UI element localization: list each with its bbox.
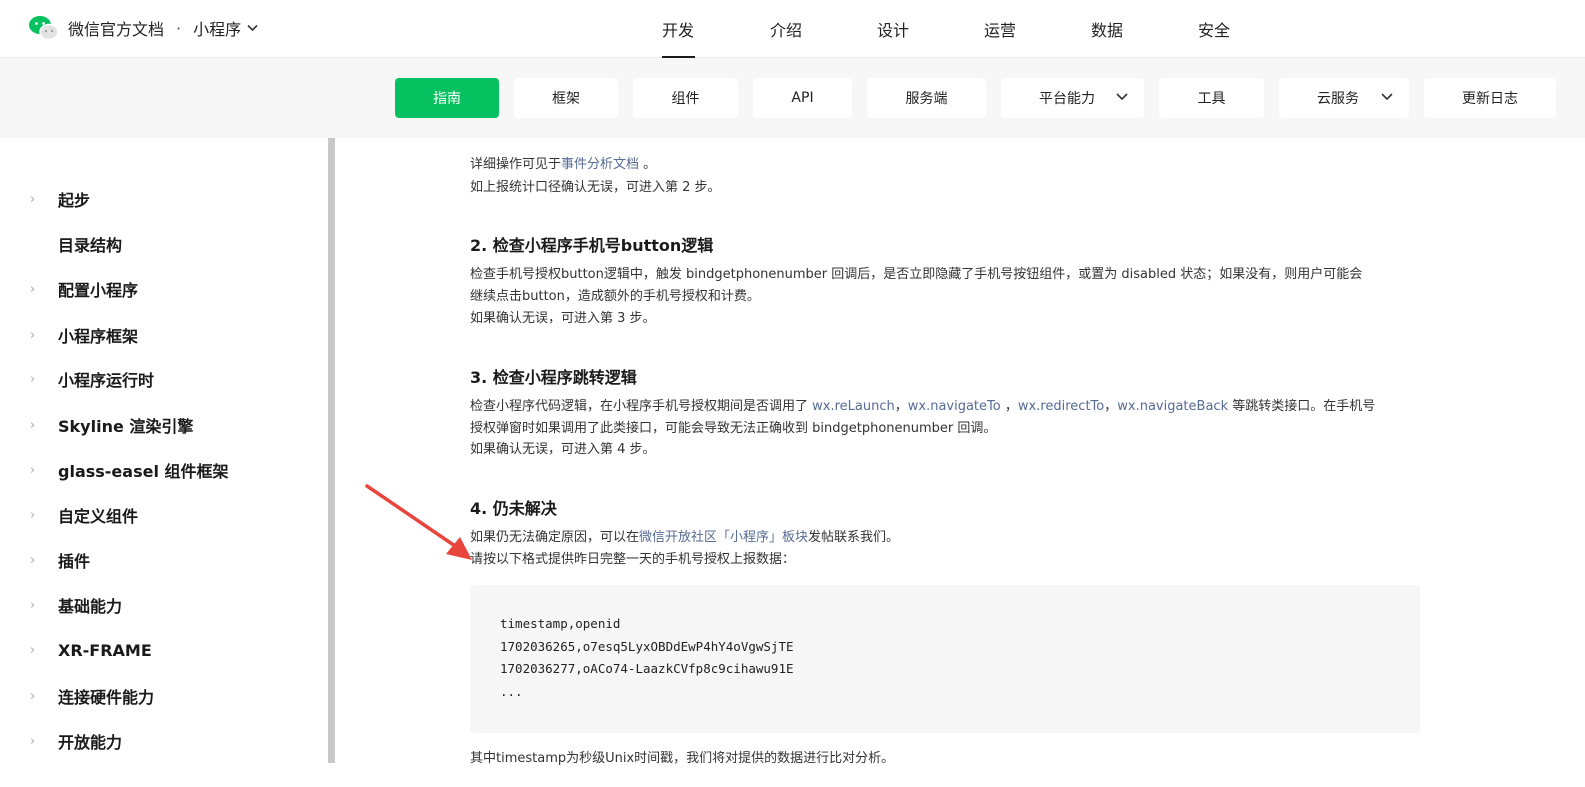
code-line: ... — [500, 683, 523, 699]
subnav-cloud-label: 云服务 — [1317, 91, 1359, 107]
sidebar-item-open-capabilities[interactable]: › 开放能力 — [30, 729, 122, 753]
section-heading-4: 4. 仍未解决 — [470, 499, 557, 518]
sidebar-item-label: 插件 — [58, 552, 91, 571]
chevron-right-icon: › — [30, 552, 36, 568]
chevron-down-icon — [1116, 93, 1128, 101]
sub-nav: 指南 框架 组件 API 服务端 平台能力 工具 云服务 更新日志 — [0, 78, 1585, 118]
annotation-arrow-icon — [365, 484, 472, 560]
wx-relaunch-link[interactable]: wx.reLaunch — [812, 399, 895, 414]
sidebar-item-label: 基础能力 — [58, 597, 123, 616]
wx-redirectto-link[interactable]: wx.redirectTo — [1018, 399, 1104, 414]
top-nav-intro[interactable]: 介绍 — [747, 0, 854, 58]
chevron-right-icon: › — [30, 507, 36, 523]
sidebar-scrollbar[interactable] — [328, 138, 335, 763]
chevron-right-icon: › — [30, 688, 36, 704]
paragraph: 请按以下格式提供昨日完整一天的手机号授权上报数据： — [470, 552, 796, 567]
sidebar-item-label: 开放能力 — [58, 733, 123, 752]
paragraph: 如果仍无法确定原因，可以在微信开放社区「小程序」板块发帖联系我们。 — [470, 530, 900, 545]
sidebar-item-skyline[interactable]: › Skyline 渲染引擎 — [30, 413, 193, 437]
top-nav-data[interactable]: 数据 — [1068, 0, 1175, 58]
paragraph: 授权弹窗时如果调用了此类接口，可能会导致无法正确收到 bindgetphonen… — [470, 421, 997, 436]
sidebar-item-custom-components[interactable]: › 自定义组件 — [30, 503, 138, 527]
brand[interactable]: 微信官方文档 · 小程序 — [28, 13, 258, 43]
sidebar-item-basic-capabilities[interactable]: › 基础能力 — [30, 593, 122, 617]
subnav-tools[interactable]: 工具 — [1159, 78, 1264, 118]
chevron-down-icon — [247, 24, 258, 32]
paragraph: 其中timestamp为秒级Unix时间戳，我们将对提供的数据进行比对分析。 — [470, 751, 895, 766]
sidebar-item-label: 小程序框架 — [58, 327, 139, 346]
sidebar-item-label: Skyline 渲染引擎 — [58, 417, 194, 436]
sidebar-item-xr-frame[interactable]: › XR-FRAME — [30, 638, 152, 662]
sidebar-item-hardware[interactable]: › 连接硬件能力 — [30, 684, 154, 708]
sidebar-item-label: 目录结构 — [58, 236, 123, 255]
product-switcher-label: 小程序 — [193, 20, 242, 39]
subnav-api[interactable]: API — [753, 78, 852, 118]
top-nav-operations[interactable]: 运营 — [961, 0, 1068, 58]
subnav-guide[interactable]: 指南 — [395, 78, 499, 118]
chevron-right-icon: › — [30, 733, 36, 749]
sidebar-item-label: 自定义组件 — [58, 507, 139, 526]
brand-title[interactable]: 微信官方文档 — [68, 16, 164, 40]
subnav-platform-capabilities[interactable]: 平台能力 — [1001, 78, 1144, 118]
chevron-right-icon: › — [30, 417, 36, 433]
open-community-link[interactable]: 微信开放社区「小程序」板块 — [639, 530, 808, 545]
paragraph: 检查手机号授权button逻辑中，触发 bindgetphonenumber 回… — [470, 267, 1363, 282]
sidebar-item-label: glass-easel 组件框架 — [58, 462, 229, 481]
top-nav-design[interactable]: 设计 — [854, 0, 961, 58]
top-header: 微信官方文档 · 小程序 开发 介绍 设计 运营 数据 安全 — [0, 0, 1585, 58]
product-switcher[interactable]: 小程序 — [193, 16, 258, 40]
top-nav-security[interactable]: 安全 — [1175, 0, 1282, 58]
top-nav-dev[interactable]: 开发 — [640, 0, 747, 58]
wechat-logo-icon — [28, 14, 60, 42]
chevron-right-icon: › — [30, 327, 36, 343]
wx-navigateto-link[interactable]: wx.navigateTo — [908, 399, 1001, 414]
sidebar-item-label: 连接硬件能力 — [58, 688, 155, 707]
chevron-right-icon: › — [30, 191, 36, 207]
code-line: timestamp,openid — [500, 616, 621, 631]
sidebar-item-glass-easel[interactable]: › glass-easel 组件框架 — [30, 458, 229, 482]
event-analysis-doc-link[interactable]: 事件分析文档 — [561, 157, 639, 172]
code-line: 1702036277,oACo74-LaazkCVfp8c9cihawu91E — [500, 661, 794, 676]
subnav-changelog[interactable]: 更新日志 — [1424, 78, 1556, 118]
brand-separator: · — [176, 18, 182, 38]
top-nav: 开发 介绍 设计 运营 数据 安全 — [640, 0, 1282, 58]
sidebar: › 起步 目录结构 › 配置小程序 › 小程序框架 › 小程序运行时 › Skyline … — [0, 138, 330, 787]
sidebar-item-directory-structure[interactable]: 目录结构 — [30, 232, 122, 256]
sidebar-item-config[interactable]: › 配置小程序 — [30, 277, 138, 301]
subnav-cloud[interactable]: 云服务 — [1279, 78, 1409, 118]
paragraph: 详细操作可见于事件分析文档 。 — [470, 157, 657, 172]
paragraph: 检查小程序代码逻辑，在小程序手机号授权期间是否调用了 wx.reLaunch，w… — [470, 399, 1376, 414]
chevron-right-icon: › — [30, 642, 36, 658]
chevron-right-icon: › — [30, 281, 36, 297]
section-heading-2: 2. 检查小程序手机号button逻辑 — [470, 236, 714, 255]
paragraph: 如上报统计口径确认无误，可进入第 2 步。 — [470, 180, 721, 195]
sub-nav-bar: 指南 框架 组件 API 服务端 平台能力 工具 云服务 更新日志 — [0, 58, 1585, 138]
subnav-server[interactable]: 服务端 — [867, 78, 986, 118]
sidebar-item-label: 配置小程序 — [58, 281, 139, 300]
subnav-framework[interactable]: 框架 — [514, 78, 618, 118]
chevron-right-icon: › — [30, 597, 36, 613]
chevron-right-icon: › — [30, 371, 36, 387]
paragraph: 继续点击button，造成额外的手机号授权和计费。 — [470, 289, 760, 304]
sidebar-item-getting-started[interactable]: › 起步 — [30, 187, 90, 211]
code-line: 1702036265,o7esq5LyxOBDdEwP4hY4oVgwSjTE — [500, 638, 794, 654]
wx-navigateback-link[interactable]: wx.navigateBack — [1117, 399, 1228, 414]
paragraph: 如果确认无误，可进入第 3 步。 — [470, 311, 656, 326]
code-block[interactable]: timestamp,openid 1702036265,o7esq5LyxOBD… — [470, 585, 1420, 733]
sidebar-item-framework[interactable]: › 小程序框架 — [30, 323, 138, 347]
chevron-down-icon — [1381, 93, 1393, 101]
paragraph: 如果确认无误，可进入第 4 步。 — [470, 442, 656, 457]
chevron-right-icon: › — [30, 462, 36, 478]
subnav-components[interactable]: 组件 — [633, 78, 738, 118]
section-heading-3: 3. 检查小程序跳转逻辑 — [470, 368, 637, 387]
sidebar-item-plugins[interactable]: › 插件 — [30, 548, 90, 572]
sidebar-item-label: 小程序运行时 — [58, 371, 155, 390]
sidebar-item-runtime[interactable]: › 小程序运行时 — [30, 367, 154, 391]
sidebar-item-label: XR-FRAME — [58, 640, 152, 660]
sidebar-item-label: 起步 — [58, 191, 91, 210]
subnav-platform-label: 平台能力 — [1039, 91, 1095, 107]
